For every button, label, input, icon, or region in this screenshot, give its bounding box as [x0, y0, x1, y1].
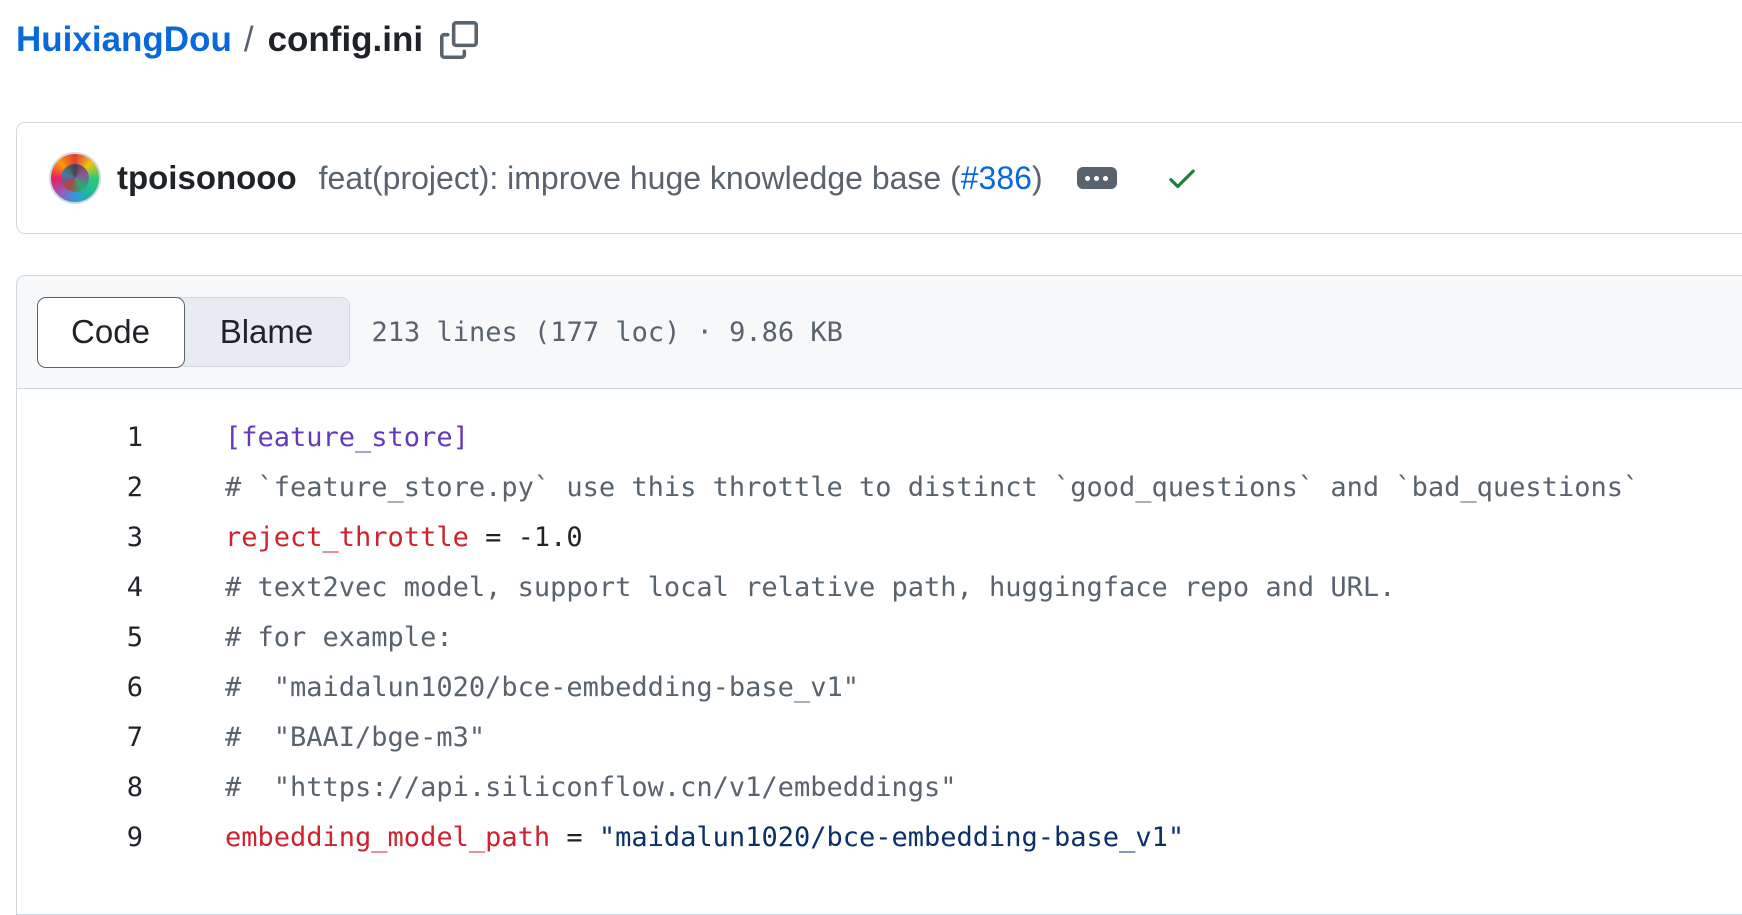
line-content: # `feature_store.py` use this throttle t… — [225, 472, 1639, 503]
line-number[interactable]: 5 — [17, 622, 143, 653]
line-number[interactable]: 7 — [17, 722, 143, 753]
tab-blame[interactable]: Blame — [185, 298, 349, 366]
copy-path-button[interactable] — [437, 18, 481, 62]
line-content: [feature_store] — [225, 422, 469, 453]
checkmark-icon — [1168, 169, 1195, 189]
code-token: # `feature_store.py` use this throttle t… — [225, 471, 1640, 503]
line-content: # "BAAI/bge-m3" — [225, 722, 485, 753]
code-view[interactable]: 1 [feature_store] 2 # `feature_store.py` us… — [17, 389, 1742, 862]
latest-commit-box: tpoisonooo feat(project): improve huge k… — [16, 122, 1742, 234]
line-content: embedding_model_path = "maidalun1020/bce… — [225, 822, 1184, 853]
code-token: [feature_store] — [225, 421, 469, 453]
commit-message-suffix: ) — [1031, 159, 1043, 196]
breadcrumb-separator: / — [243, 20, 254, 59]
code-token: = — [468, 521, 518, 553]
line-number[interactable]: 3 — [17, 522, 143, 553]
file-header: Code Blame 213 lines (177 loc) · 9.86 KB — [17, 276, 1742, 389]
code-token: # "maidalun1020/bce-embedding-base_v1" — [225, 671, 859, 703]
avatar[interactable] — [49, 152, 101, 204]
line-content: # "https://api.siliconflow.cn/v1/embeddi… — [225, 772, 957, 803]
expand-commit-button[interactable] — [1076, 167, 1117, 189]
commit-message-text: feat(project): improve huge knowledge ba… — [318, 159, 961, 196]
line-number[interactable]: 8 — [17, 772, 143, 803]
line-number[interactable]: 1 — [17, 422, 143, 453]
code-line: 1 [feature_store] — [17, 412, 1742, 462]
line-number[interactable]: 6 — [17, 672, 143, 703]
code-token: reject_throttle — [225, 521, 469, 553]
repo-link[interactable]: HuixiangDou — [16, 14, 232, 66]
ellipsis-icon — [1085, 175, 1091, 181]
commit-message[interactable]: feat(project): improve huge knowledge ba… — [319, 160, 1043, 197]
code-line: 6 # "maidalun1020/bce-embedding-base_v1" — [17, 662, 1742, 712]
line-content: # text2vec model, support local relative… — [225, 572, 1395, 603]
file-viewer: Code Blame 213 lines (177 loc) · 9.86 KB… — [16, 275, 1742, 915]
code-line: 8 # "https://api.siliconflow.cn/v1/embedd… — [17, 762, 1742, 812]
code-token: -1.0 — [517, 521, 583, 553]
line-number[interactable]: 4 — [17, 572, 143, 603]
file-meta: 213 lines (177 loc) · 9.86 KB — [371, 316, 843, 348]
copy-icon — [440, 21, 479, 59]
line-number[interactable]: 9 — [17, 822, 143, 853]
code-line: 5 # for example: — [17, 612, 1742, 662]
tab-code[interactable]: Code — [36, 296, 185, 368]
commit-author[interactable]: tpoisonooo — [117, 159, 297, 197]
code-line: 2 # `feature_store.py` use this throttle … — [17, 462, 1742, 512]
code-token: "maidalun1020/bce-embedding-base_v1" — [598, 821, 1185, 853]
line-content: # "maidalun1020/bce-embedding-base_v1" — [225, 672, 859, 703]
line-number[interactable]: 2 — [17, 472, 143, 503]
check-icon[interactable] — [1165, 161, 1199, 195]
code-line: 9 embedding_model_path = "maidalun1020/bc… — [17, 812, 1742, 862]
line-content: # for example: — [225, 622, 453, 653]
breadcrumb: HuixiangDou / config.ini — [16, 14, 481, 66]
code-line: 7 # "BAAI/bge-m3" — [17, 712, 1742, 762]
code-token: # "BAAI/bge-m3" — [225, 721, 486, 753]
code-token: = — [550, 821, 599, 853]
code-line: 3 reject_throttle = -1.0 — [17, 512, 1742, 562]
code-token: # "https://api.siliconflow.cn/v1/embeddi… — [225, 771, 957, 803]
commit-pr-link[interactable]: #386 — [961, 160, 1032, 196]
line-content: reject_throttle = -1.0 — [225, 522, 583, 553]
view-toggle: Code Blame — [36, 296, 350, 368]
file-name: config.ini — [267, 20, 424, 59]
code-token: # text2vec model, support local relative… — [225, 571, 1396, 603]
code-token: embedding_model_path — [225, 821, 551, 853]
code-line: 4 # text2vec model, support local relativ… — [17, 562, 1742, 612]
code-token: # for example: — [225, 621, 453, 653]
